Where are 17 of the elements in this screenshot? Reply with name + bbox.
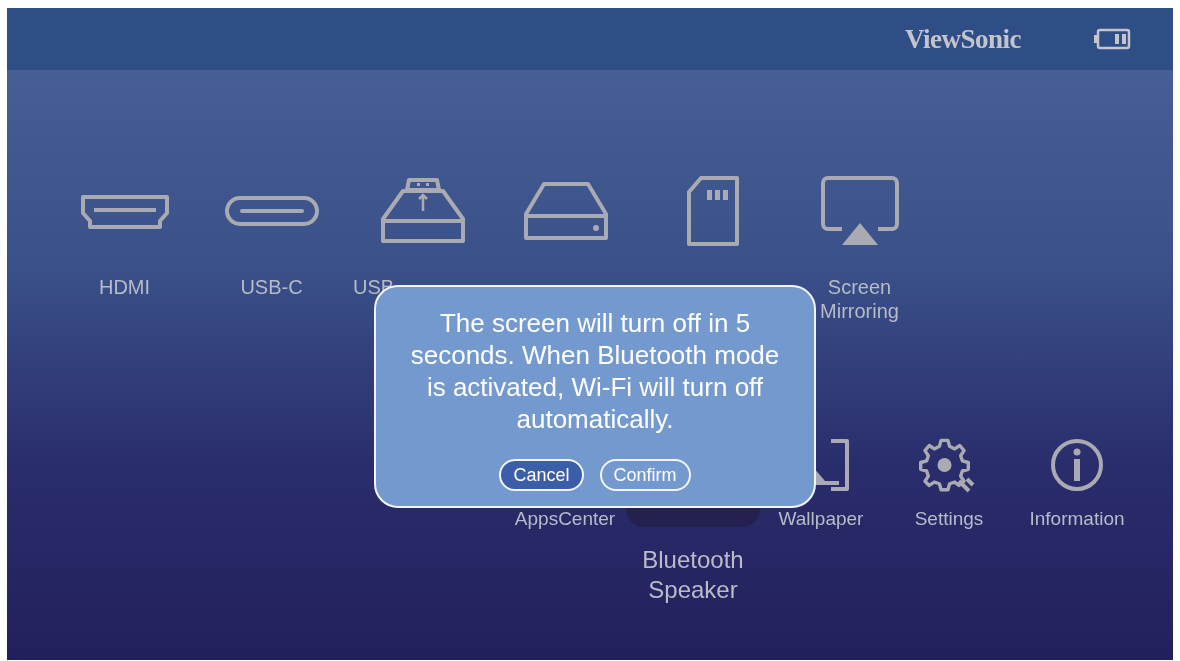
app-label[interactable]: Information <box>1013 507 1141 531</box>
screen-cast-icon <box>819 175 900 247</box>
usb-c-port-icon <box>223 195 320 227</box>
app-label[interactable]: Settings <box>885 507 1013 531</box>
app-label[interactable]: Wallpaper <box>757 507 885 531</box>
brand-logo: ViewSonic <box>905 22 1021 56</box>
dialog-message: The screen will turn off in 5 seconds. When Bluetooth mode is activated, Wi-Fi will turn off automatically. <box>409 307 781 435</box>
hard-drive-icon <box>521 180 610 242</box>
card-reader-icon <box>378 177 467 245</box>
app-label[interactable]: AppsCenter <box>501 507 629 531</box>
info-icon <box>1049 436 1105 493</box>
battery-icon <box>1093 27 1131 51</box>
app-label[interactable]: Bluetooth Speaker <box>629 545 757 605</box>
sd-card-icon <box>684 175 741 247</box>
source-label[interactable]: USB-C <box>240 275 303 299</box>
source-label[interactable]: HDMI <box>98 275 151 299</box>
dialog-button[interactable]: Cancel <box>499 459 584 491</box>
